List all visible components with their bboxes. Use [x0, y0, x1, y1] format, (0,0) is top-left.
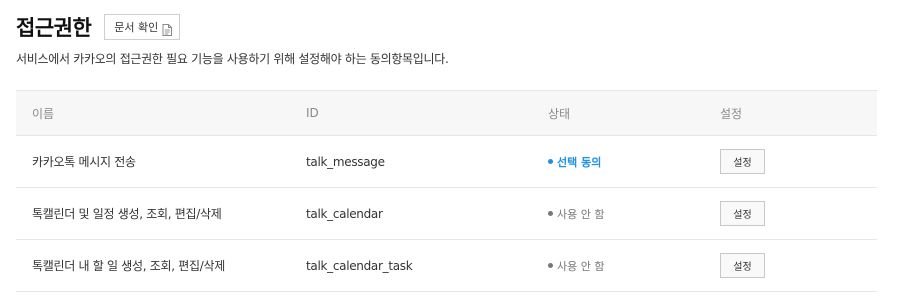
status-badge: 사용 안 함 — [548, 206, 705, 222]
permissions-table: 이름 ID 상태 설정 카카오톡 메시지 전송 talk_message 선택 … — [16, 90, 877, 292]
permission-setting: 설정 — [705, 253, 877, 278]
permission-name: 카카오톡 메시지 전송 — [32, 155, 136, 169]
permission-name: 톡캘린더 내 할 일 생성, 조회, 편집/삭제 — [32, 259, 225, 273]
settings-button[interactable]: 설정 — [720, 149, 765, 174]
table-row: 톡캘린더 내 할 일 생성, 조회, 편집/삭제 talk_calendar_t… — [16, 240, 877, 292]
document-check-button[interactable]: 문서 확인 — [104, 14, 181, 40]
status-text: 사용 안 함 — [557, 259, 605, 273]
access-permissions-page: 접근권한 문서 확인 서비스에서 카카오의 접근권한 필요 기능을 사용하기 위… — [0, 0, 900, 303]
document-icon — [162, 21, 173, 36]
page-description: 서비스에서 카카오의 접근권한 필요 기능을 사용하기 위해 설정해야 하는 동… — [16, 52, 449, 66]
permission-name: 톡캘린더 및 일정 생성, 조회, 편집/삭제 — [32, 207, 222, 221]
permission-status: 사용 안 함 — [534, 258, 705, 274]
settings-button[interactable]: 설정 — [720, 253, 765, 278]
permission-id: talk_calendar_task — [306, 258, 413, 273]
table-header: 이름 ID 상태 설정 — [16, 90, 877, 136]
status-dot-icon — [548, 263, 553, 268]
status-badge: 사용 안 함 — [548, 258, 705, 274]
status-badge: 선택 동의 — [548, 154, 705, 170]
permission-id: talk_calendar — [306, 206, 383, 221]
page-title: 접근권한 — [16, 16, 92, 40]
table-row: 톡캘린더 및 일정 생성, 조회, 편집/삭제 talk_calendar 사용… — [16, 188, 877, 240]
permission-setting: 설정 — [705, 201, 877, 226]
permission-status: 사용 안 함 — [534, 206, 705, 222]
permission-id: talk_message — [306, 154, 385, 169]
column-header-name: 이름 — [32, 106, 55, 121]
column-header-id: ID — [306, 106, 319, 120]
status-text: 선택 동의 — [557, 155, 602, 169]
page-header: 접근권한 문서 확인 — [16, 12, 181, 42]
column-header-status: 상태 — [548, 106, 571, 121]
status-dot-icon — [548, 211, 553, 216]
permission-setting: 설정 — [705, 149, 877, 174]
column-header-setting: 설정 — [720, 106, 743, 121]
permission-status: 선택 동의 — [534, 154, 705, 170]
settings-button[interactable]: 설정 — [720, 201, 765, 226]
status-text: 사용 안 함 — [557, 207, 605, 221]
document-check-label: 문서 확인 — [114, 21, 159, 34]
status-dot-icon — [548, 159, 553, 164]
table-row: 카카오톡 메시지 전송 talk_message 선택 동의 설정 — [16, 136, 877, 188]
